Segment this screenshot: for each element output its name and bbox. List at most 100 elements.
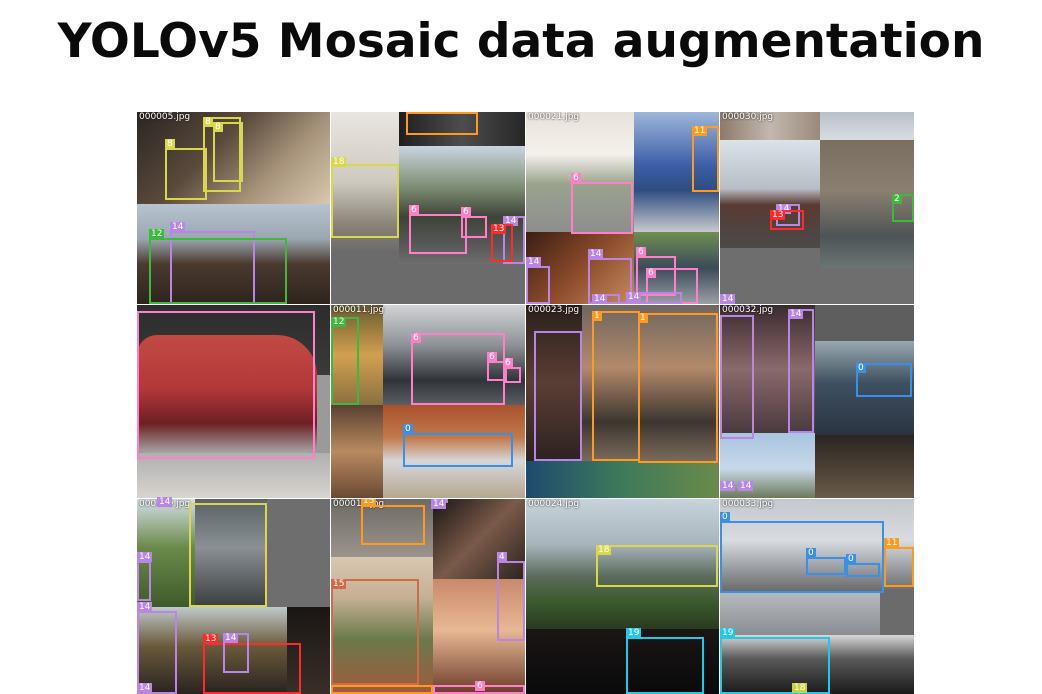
bounding-box: 14 xyxy=(223,633,249,673)
mosaic-tile: 000009.jpg 14 14 13 14 14 xyxy=(137,499,330,694)
class-label: 0 xyxy=(856,363,866,373)
class-label: 14 xyxy=(720,294,736,304)
class-label: 18 xyxy=(792,683,808,693)
bounding-box: 11 xyxy=(692,126,719,192)
bounding-box: 12 xyxy=(149,229,287,304)
bounding-box: 6 xyxy=(409,205,467,254)
class-label: 18 xyxy=(331,157,347,167)
image-patch xyxy=(820,112,914,140)
bounding-box xyxy=(534,331,582,461)
bounding-box: 1 xyxy=(592,311,640,461)
bounding-box: 1 xyxy=(638,313,718,463)
mosaic-tile xyxy=(137,305,330,498)
bounding-box: 11 xyxy=(884,538,914,587)
image-patch xyxy=(137,453,330,498)
mosaic-tile: 000033.jpg 0 0 0 11 19 18 xyxy=(720,499,914,694)
bounding-box: 14 xyxy=(137,552,153,601)
class-label: 14 xyxy=(592,294,608,304)
class-label: 14 xyxy=(626,292,642,302)
bounding-box: 14 xyxy=(788,309,814,433)
class-label: 15 xyxy=(331,579,347,589)
bounding-box: 19 xyxy=(720,628,830,694)
bounding-box: 19 xyxy=(626,628,704,694)
image-patch xyxy=(815,435,914,498)
bounding-box: 8 xyxy=(213,122,243,182)
bounding-box: 14 xyxy=(592,294,620,304)
mosaic-tile: 000032.jpg 14 0 14 14 xyxy=(720,305,914,498)
class-label: 4 xyxy=(497,552,507,562)
class-label: 6 xyxy=(646,268,656,278)
bounding-box: 0 xyxy=(720,512,884,593)
class-label: 8 xyxy=(165,139,175,149)
bounding-box: 13 xyxy=(203,634,301,694)
class-label: 8 xyxy=(203,117,213,127)
class-label: 14 xyxy=(170,222,186,232)
class-label: 14 xyxy=(137,602,153,612)
class-label: 0 xyxy=(806,548,816,558)
bounding-box: 0 xyxy=(846,554,880,577)
file-name: 000005.jpg xyxy=(139,112,191,122)
class-label: 11 xyxy=(884,538,900,548)
bounding-box: 6 xyxy=(571,173,633,234)
file-name: 000030.jpg xyxy=(722,112,774,122)
bounding-box: 8 xyxy=(165,139,207,200)
file-name: 000023.jpg xyxy=(528,305,580,315)
image-patch xyxy=(526,461,719,498)
bounding-box: 14 xyxy=(526,257,550,304)
class-label: 12 xyxy=(331,317,347,327)
class-label: 0 xyxy=(403,424,413,434)
bounding-box xyxy=(189,503,267,607)
class-label: 12 xyxy=(149,229,165,239)
class-label: 6 xyxy=(636,247,646,257)
bounding-box: 14 xyxy=(626,292,682,304)
bounding-box: 13 xyxy=(491,224,513,262)
mosaic-tile: 000021.jpg 11 6 14 14 6 6 14 14 xyxy=(526,112,719,304)
bounding-box: 0 xyxy=(806,548,846,575)
class-label: 14 xyxy=(738,481,754,491)
class-label: 14 xyxy=(223,633,239,643)
class-label: 14 xyxy=(431,499,447,509)
class-label: 13 xyxy=(203,634,219,644)
class-label: 1 xyxy=(638,313,648,323)
mosaic-tile: 000023.jpg 1 1 xyxy=(526,305,719,498)
page-title: YOLOv5 Mosaic data augmentation xyxy=(57,14,985,69)
bounding-box: 15 xyxy=(331,579,419,685)
mosaic-tile: 000030.jpg 14 13 2 14 xyxy=(720,112,914,304)
bounding-box xyxy=(331,685,433,694)
class-label: 13 xyxy=(770,210,786,220)
mosaic-tile: 000005.jpg 8 8 8 14 12 xyxy=(137,112,330,304)
class-label: 14 xyxy=(588,249,604,259)
class-label: 15 xyxy=(361,499,377,506)
class-label: 0 xyxy=(846,554,856,564)
bounding-box: 14 xyxy=(137,602,177,694)
class-label: 6 xyxy=(409,205,419,215)
mosaic-grid: 000005.jpg 8 8 8 14 12 18 6 6 14 13 0000… xyxy=(137,112,914,694)
class-label: 14 xyxy=(526,257,542,267)
bounding-box xyxy=(406,112,478,135)
class-label: 6 xyxy=(475,681,485,691)
bounding-box: 15 xyxy=(361,499,425,545)
file-name: 000011.jpg xyxy=(333,305,385,315)
class-label: 0 xyxy=(720,512,730,522)
class-label: 19 xyxy=(626,628,642,638)
image-patch xyxy=(720,140,820,248)
class-label: 1 xyxy=(592,311,602,321)
class-label: 6 xyxy=(461,207,471,217)
class-label: 6 xyxy=(411,333,421,343)
class-label: 19 xyxy=(720,628,736,638)
file-name: 000021.jpg xyxy=(528,112,580,122)
bounding-box xyxy=(137,311,315,459)
bounding-box: 13 xyxy=(770,210,804,230)
class-label: 2 xyxy=(892,194,902,204)
bounding-box: 6 xyxy=(433,681,525,694)
class-label: 14 xyxy=(137,683,153,693)
image-patch xyxy=(720,591,880,635)
bounding-box: 0 xyxy=(403,424,513,467)
bounding-box xyxy=(720,315,754,439)
class-label: 13 xyxy=(491,224,507,234)
class-label: 11 xyxy=(692,126,708,136)
class-label: 18 xyxy=(596,545,612,555)
class-label: 14 xyxy=(137,552,153,562)
bounding-box: 6 xyxy=(503,358,521,383)
class-label: 8 xyxy=(213,122,223,132)
